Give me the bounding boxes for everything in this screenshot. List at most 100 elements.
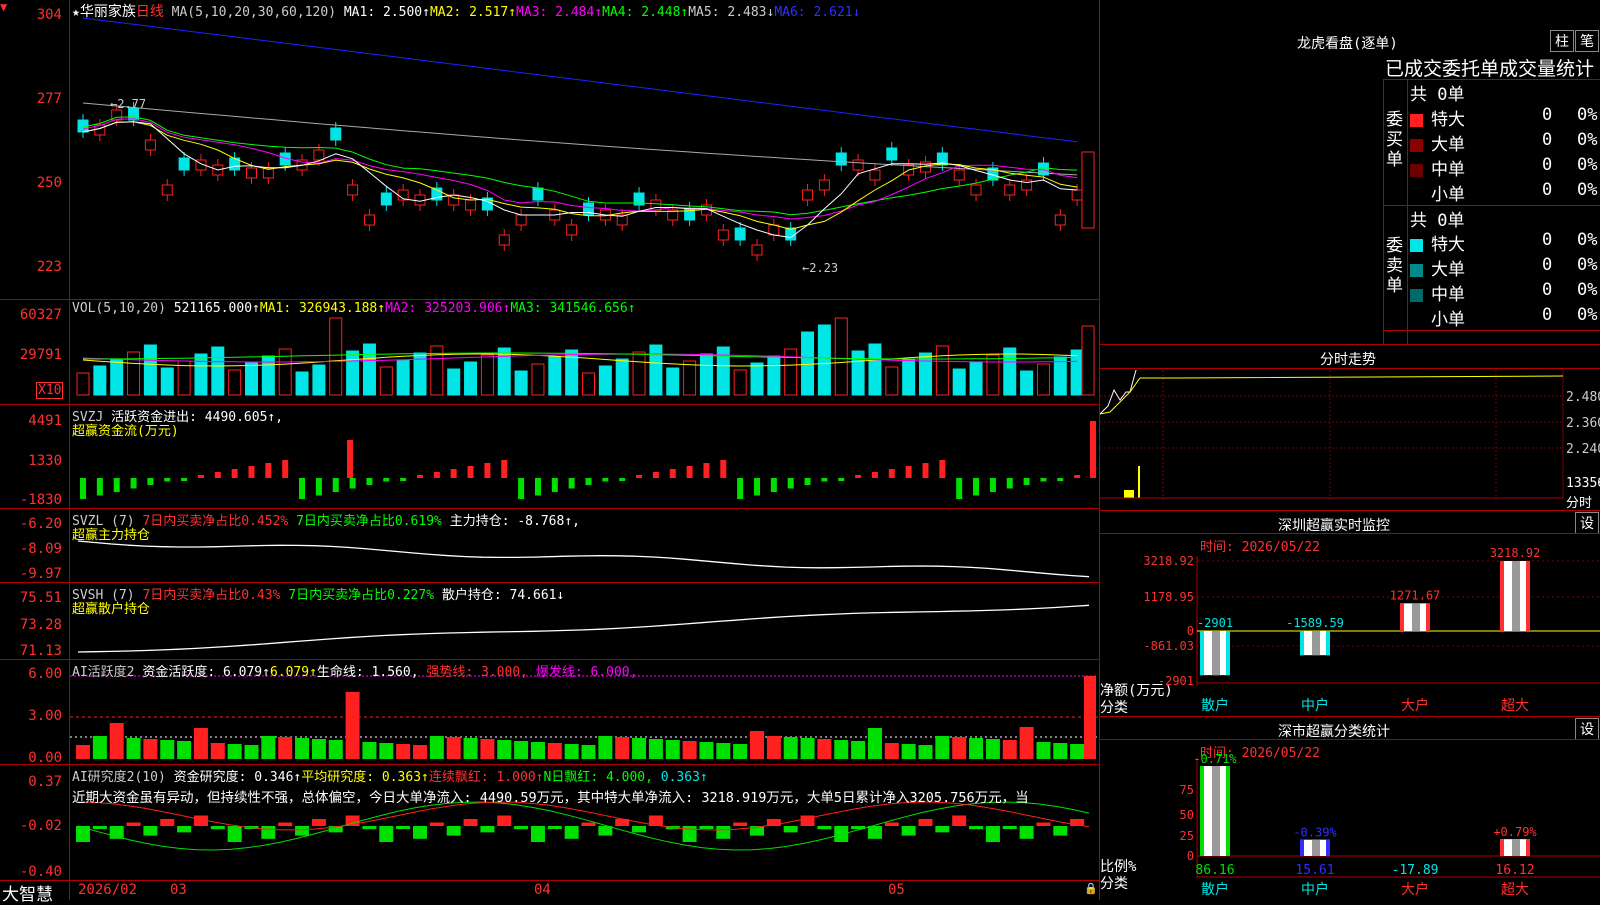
flow-bar	[231, 469, 238, 478]
volume-bar	[1070, 349, 1084, 396]
volume-bar	[93, 365, 107, 396]
flow-bar	[315, 478, 322, 496]
net-flow-bar-edge	[1400, 603, 1404, 631]
activity-bar	[497, 740, 512, 759]
tick-mode-button[interactable]: 笔	[1575, 30, 1599, 52]
candle-body	[515, 214, 527, 226]
order-percent: 0%	[1577, 255, 1598, 275]
research-bar	[918, 819, 933, 826]
flow-bar	[214, 472, 221, 478]
activity-bar	[261, 736, 276, 759]
divider	[1100, 510, 1600, 511]
volume-bar	[76, 372, 90, 396]
volume-bar	[851, 350, 865, 396]
flow-bar	[1057, 478, 1064, 481]
flow-bar	[130, 478, 137, 489]
ma1-line	[82, 121, 1078, 239]
avg-price-line	[1100, 375, 1564, 415]
activity-bar	[783, 737, 798, 759]
y-tick: -861.03	[1143, 639, 1194, 653]
flow-bar	[400, 478, 407, 481]
svzj-subtitle: 超赢资金流(万元)	[72, 424, 179, 439]
order-count: 0	[1542, 230, 1553, 250]
flow-bar	[888, 469, 895, 478]
y-tick: -9.97	[19, 566, 62, 582]
lock-icon[interactable]: 🔒	[1084, 882, 1098, 895]
fenshi-y-tick: 2.240	[1566, 442, 1600, 457]
research-bar	[969, 826, 984, 830]
volume-bar	[598, 365, 612, 396]
svsh-subtitle: 超赢散户持仓	[72, 602, 151, 617]
volume-bar	[1053, 356, 1067, 396]
volume-bar	[615, 358, 629, 396]
flow-bar	[417, 475, 423, 478]
net-flow-bar-edge	[1300, 631, 1304, 656]
star-icon[interactable]: ★	[72, 5, 80, 20]
stock-name[interactable]: 华丽家族	[80, 4, 136, 20]
buy-orders-label: 委买单	[1386, 110, 1403, 170]
kline-chart-area[interactable]	[0, 0, 1100, 900]
period-label[interactable]: 日线	[136, 4, 164, 20]
category-label: 散户	[1201, 697, 1229, 714]
ai2-b: 平均研究度: 0.363↑	[301, 770, 429, 785]
candle-body	[751, 244, 763, 256]
activity-bar	[733, 744, 748, 759]
flow-bar	[871, 472, 878, 478]
buy-row: 中单	[1410, 155, 1465, 180]
order-count: 0	[1542, 130, 1553, 150]
change-label: -0.71%	[1193, 752, 1237, 766]
svzl-subtitle: 超赢主力持仓	[72, 528, 151, 543]
y-tick: 71.13	[19, 643, 62, 659]
activity-bar	[867, 728, 882, 759]
sz-monitor-settings-button[interactable]: 设	[1575, 512, 1599, 534]
svzl-c: 主力持仓: -8.768↑,	[449, 514, 580, 529]
research-bar	[834, 826, 849, 842]
buy-row: 小单	[1410, 180, 1465, 205]
main-force-line	[77, 540, 1090, 578]
y-tick: 1178.95	[1143, 590, 1194, 604]
volume-bar	[885, 366, 899, 396]
activity-bar	[1019, 727, 1034, 759]
value-label: 86.16	[1195, 863, 1234, 878]
category-label: 大户	[1401, 881, 1429, 898]
sz-class-settings-button[interactable]: 设	[1575, 718, 1599, 740]
flow-bar	[652, 472, 659, 478]
activity-bar	[851, 741, 866, 759]
order-size-label: 特大	[1431, 110, 1465, 130]
order-percent: 0%	[1577, 305, 1598, 325]
y-tick: -8.09	[19, 541, 62, 557]
activity-bar	[514, 741, 529, 759]
research-bar	[463, 819, 478, 826]
volume-bar	[582, 372, 595, 396]
ai2-e: 0.363↑	[660, 770, 708, 785]
intraday-volume-bar	[1138, 466, 1140, 498]
research-bar	[362, 826, 377, 830]
candle-body	[835, 152, 847, 166]
bar-mode-button[interactable]: 柱	[1550, 30, 1574, 52]
activity-bar	[244, 745, 259, 759]
volume-bar	[632, 351, 646, 396]
intraday-chart[interactable]	[1100, 370, 1600, 510]
candle-body	[313, 149, 325, 161]
net-flow-bar-shade	[1212, 631, 1220, 676]
research-bar	[1036, 822, 1051, 826]
activity-bar	[564, 744, 579, 759]
flow-bar	[585, 478, 592, 485]
y-tick: -0.40	[19, 864, 62, 880]
activity-bar	[969, 738, 984, 759]
volume-bar	[801, 331, 815, 396]
y-tick: -2901	[1158, 674, 1194, 688]
volume-bar	[935, 345, 949, 396]
sell-orders-label: 委卖单	[1386, 236, 1403, 296]
research-bar	[143, 826, 158, 836]
volume-bar	[733, 369, 747, 396]
volume-bar	[716, 346, 730, 396]
candle-body	[347, 184, 359, 196]
vol-unit-badge: X10	[36, 382, 64, 399]
research-bar	[699, 826, 714, 829]
ai2-label: AI研究度2(10)	[72, 770, 166, 785]
flow-bar	[1023, 478, 1030, 485]
research-bar	[632, 826, 647, 833]
volume-bar	[312, 364, 326, 396]
volume-bar	[211, 346, 225, 396]
